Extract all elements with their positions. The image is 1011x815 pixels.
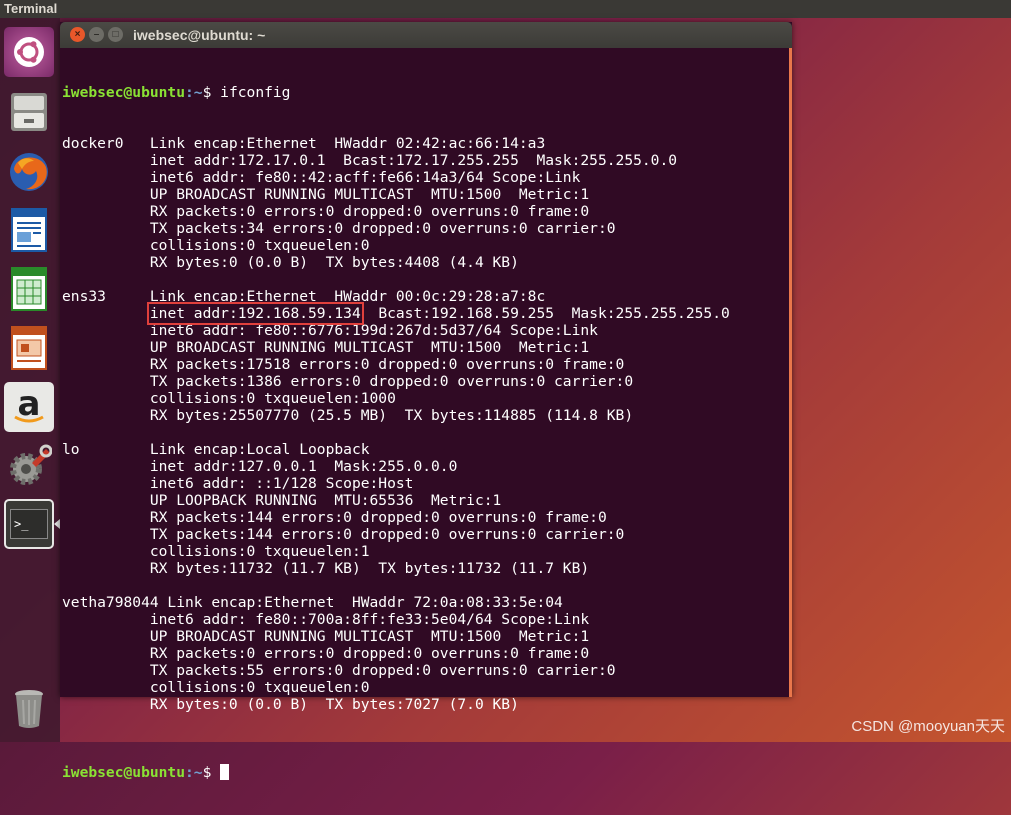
output-line: inet6 addr: fe80::6776:199d:267d:5d37/64… (62, 322, 598, 339)
output-line: ens33 Link encap:Ethernet HWaddr 00:0c:2… (62, 288, 546, 305)
output-line: RX packets:144 errors:0 dropped:0 overru… (62, 509, 607, 526)
launcher: a >_ (0, 18, 60, 742)
output-line: inet6 addr: fe80::42:acff:fe66:14a3/64 S… (62, 169, 581, 186)
libreoffice-calc-icon[interactable] (4, 264, 54, 314)
terminal-window[interactable]: × – □ iwebsec@ubuntu: ~ iwebsec@ubuntu:~… (60, 22, 792, 781)
output-line: RX bytes:0 (0.0 B) TX bytes:7027 (7.0 KB… (62, 696, 519, 713)
minimize-button[interactable]: – (89, 27, 104, 42)
output-line: collisions:0 txqueuelen:0 (62, 679, 370, 696)
output-line: UP BROADCAST RUNNING MULTICAST MTU:1500 … (62, 339, 590, 356)
window-title: iwebsec@ubuntu: ~ (133, 27, 266, 43)
ifconfig-output: docker0 Link encap:Ethernet HWaddr 02:42… (62, 135, 792, 730)
output-line: collisions:0 txqueuelen:0 (62, 237, 370, 254)
output-line: UP BROADCAST RUNNING MULTICAST MTU:1500 … (62, 628, 590, 645)
minimize-icon: – (93, 28, 100, 40)
top-panel: Terminal (0, 0, 1011, 18)
watermark: CSDN @mooyuan天天 (851, 718, 1005, 735)
output-line: RX bytes:0 (0.0 B) TX bytes:4408 (4.4 KB… (62, 254, 519, 271)
amazon-icon[interactable]: a (4, 382, 54, 432)
close-icon: × (74, 28, 81, 40)
files-icon[interactable] (4, 87, 54, 137)
close-button[interactable]: × (70, 27, 85, 42)
output-line: inet addr:127.0.0.1 Mask:255.0.0.0 (62, 458, 458, 475)
output-line: UP LOOPBACK RUNNING MTU:65536 Metric:1 (62, 492, 502, 509)
output-line: lo Link encap:Local Loopback (62, 441, 370, 458)
output-line: TX packets:144 errors:0 dropped:0 overru… (62, 526, 625, 543)
output-line: inet6 addr: ::1/128 Scope:Host (62, 475, 414, 492)
output-line: vetha798044 Link encap:Ethernet HWaddr 7… (62, 594, 563, 611)
ubuntu-dash-icon[interactable] (4, 27, 54, 77)
prompt-path: :~ (185, 84, 203, 101)
terminal-prompt-glyph: >_ (14, 517, 29, 531)
prompt-user: iwebsec@ubuntu (62, 764, 186, 781)
terminal-output[interactable]: iwebsec@ubuntu:~$ ifconfig docker0 Link … (62, 50, 792, 781)
prompt-user: iwebsec@ubuntu (62, 84, 186, 101)
output-line: collisions:0 txqueuelen:1 (62, 543, 370, 560)
libreoffice-writer-icon[interactable] (4, 205, 54, 255)
window-titlebar[interactable]: × – □ iwebsec@ubuntu: ~ (60, 22, 792, 48)
output-line: collisions:0 txqueuelen:1000 (62, 390, 396, 407)
highlighted-output-line: inet addr:192.168.59.134 Bcast:192.168.5… (62, 302, 792, 325)
text-cursor (220, 764, 230, 780)
prompt-path: :~ (185, 764, 203, 781)
output-line: inet addr:172.17.0.1 Bcast:172.17.255.25… (62, 152, 678, 169)
command-text: ifconfig (220, 84, 291, 101)
output-line: TX packets:34 errors:0 dropped:0 overrun… (62, 220, 616, 237)
output-line: RX bytes:25507770 (25.5 MB) TX bytes:114… (62, 407, 634, 424)
libreoffice-impress-icon[interactable] (4, 323, 54, 373)
output-line: RX packets:0 errors:0 dropped:0 overruns… (62, 645, 590, 662)
output-line: TX packets:55 errors:0 dropped:0 overrun… (62, 662, 616, 679)
active-app-name: Terminal (4, 1, 58, 16)
output-line: RX bytes:11732 (11.7 KB) TX bytes:11732 … (62, 560, 590, 577)
highlighted-inet-addr: inet addr:192.168.59.134 (146, 302, 364, 325)
terminal-icon[interactable]: >_ (4, 499, 54, 549)
prompt-symbol: $ (202, 84, 221, 101)
maximize-button[interactable]: □ (108, 27, 123, 42)
command-line: iwebsec@ubuntu:~$ ifconfig (62, 84, 792, 101)
output-line: RX packets:17518 errors:0 dropped:0 over… (62, 356, 625, 373)
prompt-symbol: $ (202, 764, 221, 781)
system-settings-icon[interactable] (4, 441, 54, 491)
output-line: docker0 Link encap:Ethernet HWaddr 02:42… (62, 135, 546, 152)
output-line: UP BROADCAST RUNNING MULTICAST MTU:1500 … (62, 186, 590, 203)
output-line: TX packets:1386 errors:0 dropped:0 overr… (62, 373, 634, 390)
output-line: RX packets:0 errors:0 dropped:0 overruns… (62, 203, 590, 220)
terminal-scrollbar[interactable] (789, 48, 792, 697)
firefox-icon[interactable] (4, 147, 54, 197)
output-line: inet6 addr: fe80::700a:8ff:fe33:5e04/64 … (62, 611, 590, 628)
trash-icon[interactable] (4, 683, 54, 733)
current-prompt-line[interactable]: iwebsec@ubuntu:~$ (62, 764, 792, 781)
maximize-icon: □ (112, 28, 119, 40)
line-rest: Bcast:192.168.59.255 Mask:255.255.255.0 (360, 305, 730, 322)
